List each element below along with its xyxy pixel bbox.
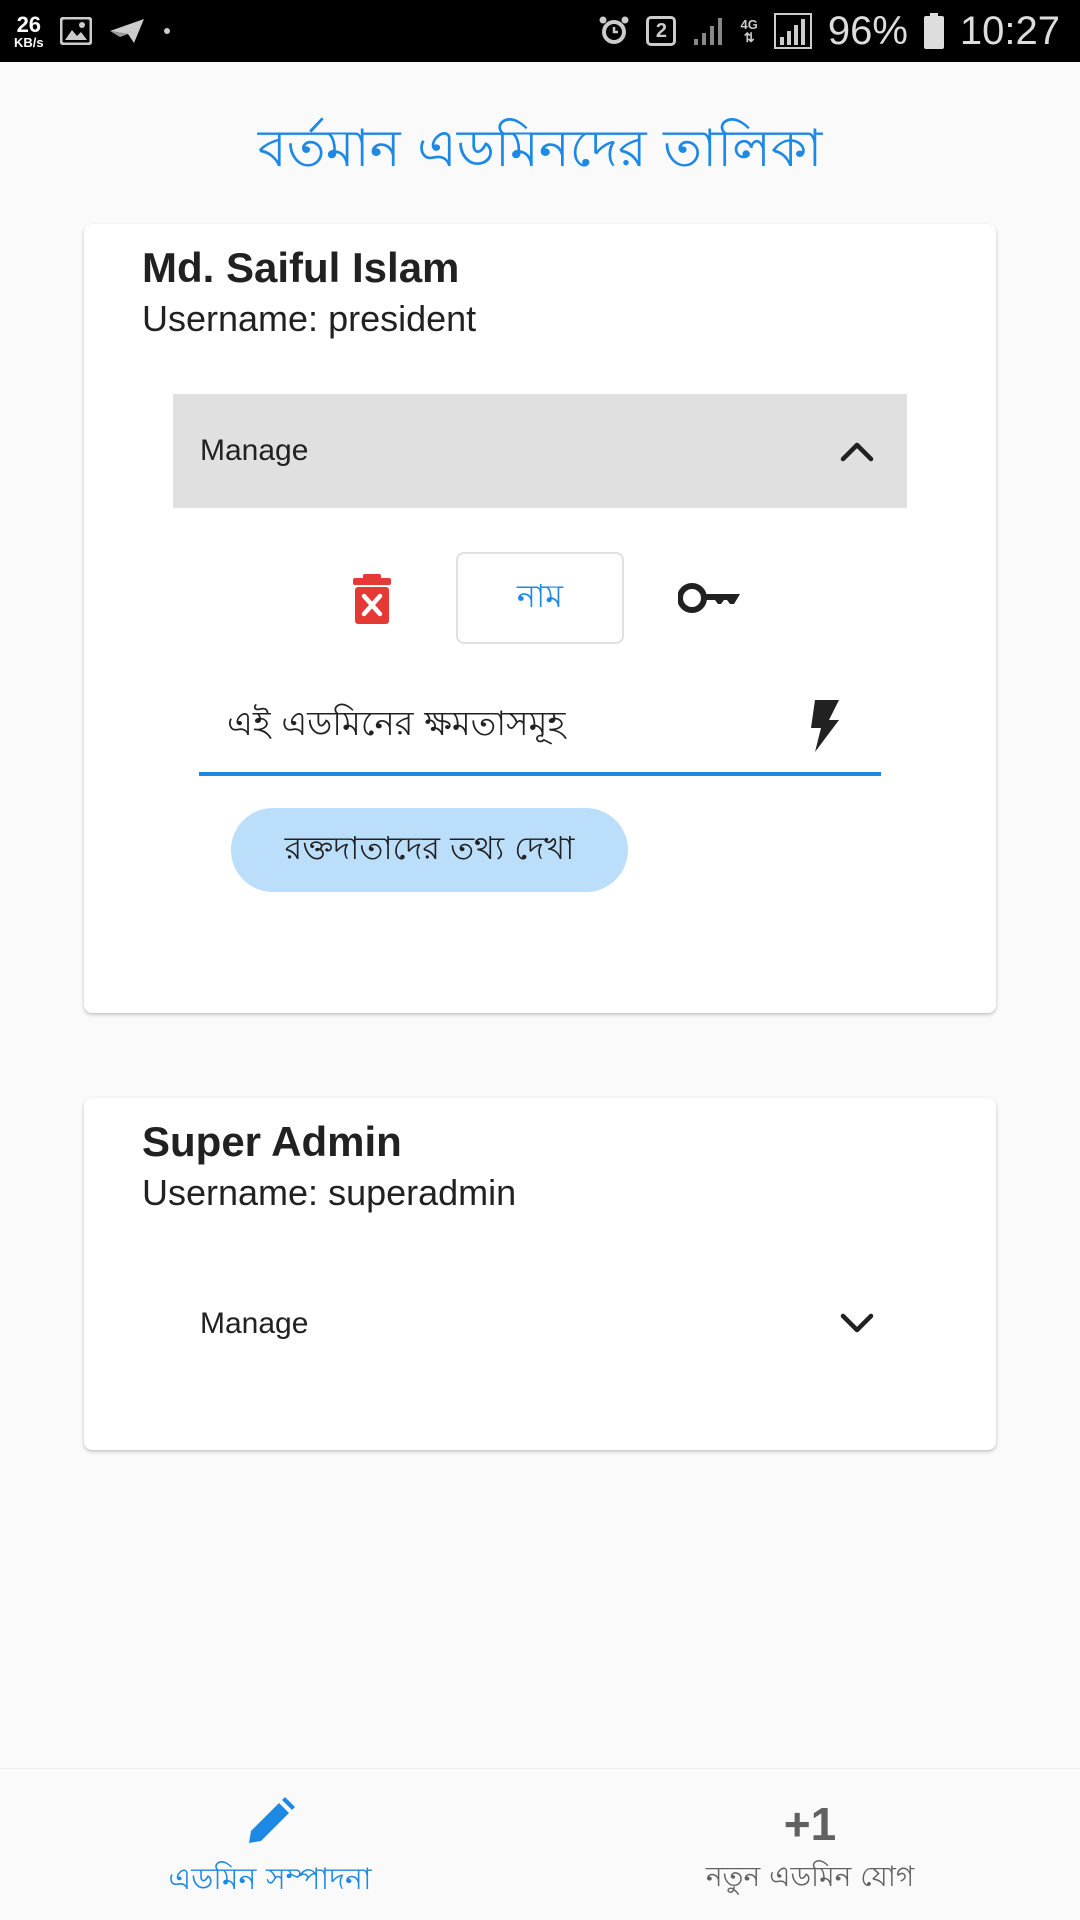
chevron-up-icon <box>837 431 877 471</box>
net-speed: 26 KB/s <box>14 11 44 50</box>
image-icon <box>59 17 92 45</box>
signal-strength-icon <box>773 13 812 49</box>
manage-label: Manage <box>200 434 309 467</box>
permission-chip[interactable]: রক্তদাতাদের তথ্য দেখা <box>231 808 628 892</box>
status-bar: 26 KB/s 2 4G ⇅ 96% 10:27 <box>0 0 1080 62</box>
status-bar-left: 26 KB/s <box>14 11 172 50</box>
data-arrows-icon: ⇅ <box>743 30 755 45</box>
nav-edit-admins[interactable]: এডমিন সম্পাদনা <box>0 1769 540 1920</box>
admin-username: Username: superadmin <box>142 1172 517 1213</box>
sim-icon: 2 <box>646 16 677 46</box>
nav-add-admin[interactable]: +1 নতুন এডমিন যোগ <box>540 1769 1080 1920</box>
delete-icon[interactable] <box>349 574 395 624</box>
clock: 10:27 <box>959 8 1060 53</box>
network-type: 4G ⇅ <box>740 18 757 44</box>
admin-actions: নাম <box>84 552 996 644</box>
manage-expander[interactable]: Manage <box>173 394 907 508</box>
send-icon <box>108 17 146 45</box>
nav-label: এডমিন সম্পাদনা <box>168 1862 372 1897</box>
admin-card: Super Admin Username: superadmin Manage <box>84 1098 996 1450</box>
key-icon[interactable] <box>677 580 742 616</box>
manage-label: Manage <box>200 1307 309 1340</box>
alarm-icon <box>598 15 630 47</box>
edit-name-button[interactable]: নাম <box>456 552 624 644</box>
bolt-icon <box>809 700 841 752</box>
battery-percent: 96% <box>827 8 908 53</box>
admin-name: Super Admin <box>142 1118 402 1165</box>
net-speed-value: 26 <box>16 11 42 37</box>
nav-label: নতুন এডমিন যোগ <box>705 1860 915 1893</box>
page-title: বর্তমান এডমিনদের তালিকা <box>257 119 823 179</box>
net-speed-unit: KB/s <box>14 34 44 50</box>
bottom-navigation: এডমিন সম্পাদনা +1 নতুন এডমিন যোগ <box>0 1768 1080 1920</box>
signal-icon <box>692 15 724 47</box>
permissions-dropdown[interactable]: এই এডমিনের ক্ষমতাসমূহ <box>199 680 881 776</box>
battery-icon <box>923 13 944 49</box>
status-bar-right: 2 4G ⇅ 96% 10:27 <box>598 9 1060 54</box>
plus-one-icon: +1 <box>783 1798 837 1850</box>
admin-card: Md. Saiful Islam Username: president Man… <box>84 224 996 1013</box>
manage-expander[interactable]: Manage <box>173 1267 907 1381</box>
admin-username: Username: president <box>142 298 477 339</box>
pencil-icon <box>245 1797 295 1851</box>
admin-name: Md. Saiful Islam <box>142 244 460 291</box>
permissions-label: এই এডমিনের ক্ষমতাসমূহ <box>227 703 566 744</box>
dot-icon <box>162 26 172 36</box>
chevron-down-icon <box>837 1304 877 1344</box>
